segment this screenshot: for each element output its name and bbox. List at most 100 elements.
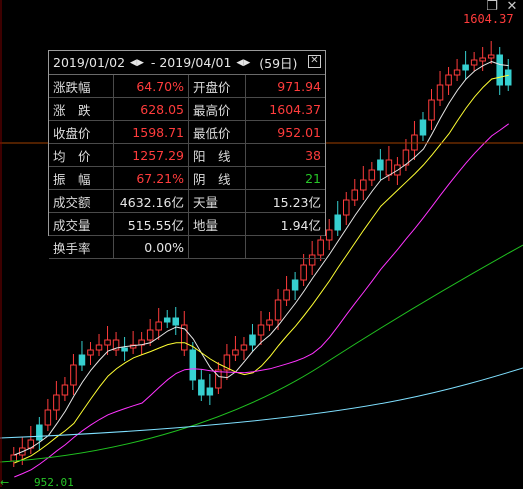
ma60-line — [0, 244, 523, 463]
start-date: 2019/01/02 — [53, 55, 126, 70]
candle-body — [334, 214, 341, 231]
candle-body — [240, 344, 248, 351]
candle-body — [419, 119, 427, 136]
stat-value: 21 — [245, 166, 325, 190]
candle-body — [104, 339, 111, 346]
candle-body — [146, 329, 154, 341]
stat-value: 64.70% — [113, 75, 189, 98]
candle-body — [342, 199, 350, 216]
candle-body — [155, 321, 162, 331]
stat-value: 952.01 — [245, 120, 325, 144]
candle-body — [61, 384, 69, 396]
stats-row: 涨 跌 628.05 最高价 1604.37 — [49, 97, 325, 121]
stat-label: 地量 — [188, 212, 246, 236]
candle-body — [360, 179, 367, 191]
range-stats-popup: 2019/01/02 ◀▶ - 2019/04/01 ◀▶ (59日) ✕ 涨跌… — [48, 50, 326, 259]
stat-value: 628.05 — [113, 97, 189, 121]
end-date: 2019/04/01 — [159, 55, 232, 70]
candle-body — [445, 74, 452, 86]
low-price-label: 952.01 — [34, 476, 74, 489]
candle-body — [462, 64, 469, 71]
stats-row: 成交量 515.55亿 地量 1.94亿 — [49, 212, 325, 236]
candle-body — [172, 317, 180, 326]
stat-label: 涨 跌 — [49, 97, 114, 121]
candle-body — [36, 424, 43, 441]
candle-body — [189, 349, 197, 381]
candle-body — [249, 334, 256, 346]
candle-body — [470, 59, 478, 66]
stat-value: 515.55亿 — [113, 212, 189, 236]
candle-body — [325, 229, 333, 241]
stat-value: 1257.29 — [113, 143, 189, 167]
stats-table: 涨跌幅 64.70% 开盘价 971.94 涨 跌 628.05 最高价 1604.37 收盘价… — [49, 75, 325, 259]
candle-body — [266, 319, 273, 326]
stat-label: 阴 线 — [188, 166, 246, 190]
close-icon[interactable]: ✕ — [308, 55, 321, 68]
candle-body — [215, 369, 222, 389]
high-price-label: 1604.37 — [463, 12, 514, 26]
candle-body — [44, 409, 52, 426]
candle-body — [300, 264, 307, 281]
stat-value: 1.94亿 — [245, 212, 325, 236]
stats-row: 均 价 1257.29 阳 线 38 — [49, 143, 325, 167]
stats-row: 成交额 4632.16亿 天量 15.23亿 — [49, 189, 325, 213]
candle-body — [53, 394, 60, 411]
candle-body — [377, 159, 384, 171]
candle-body — [198, 379, 205, 396]
stat-value: 971.94 — [245, 75, 325, 98]
candle-body — [95, 344, 103, 351]
candle-body — [368, 169, 376, 181]
stat-value — [245, 235, 325, 259]
candle-body — [351, 189, 359, 201]
stat-label: 最高价 — [188, 97, 246, 121]
stats-row: 收盘价 1598.71 最低价 952.01 — [49, 120, 325, 144]
stat-label: 天量 — [188, 189, 246, 213]
stats-row: 振 幅 67.21% 阴 线 21 — [49, 166, 325, 190]
stat-label: 涨跌幅 — [49, 75, 114, 98]
stat-label — [188, 235, 246, 259]
candle-body — [257, 324, 265, 336]
candle-body — [274, 299, 282, 321]
low-arrow-icon: ← — [0, 476, 10, 489]
stat-label: 开盘价 — [188, 75, 246, 98]
candle-body — [496, 54, 503, 86]
stat-value: 38 — [245, 143, 325, 167]
period-days: (59日) — [259, 56, 298, 71]
candle-body — [232, 349, 239, 356]
candle-body — [206, 387, 214, 396]
candle-body — [121, 347, 128, 352]
stat-label: 成交额 — [49, 189, 114, 213]
candle-body — [163, 317, 171, 323]
stat-label: 振 幅 — [49, 166, 114, 190]
stat-value: 1598.71 — [113, 120, 189, 144]
candle-body — [487, 54, 495, 59]
stat-label: 换手率 — [49, 235, 114, 259]
candle-body — [453, 69, 461, 76]
candle-body — [78, 354, 86, 366]
stats-header: 2019/01/02 ◀▶ - 2019/04/01 ◀▶ (59日) ✕ — [49, 51, 325, 75]
stat-value: 15.23亿 — [245, 189, 325, 213]
ma120-line — [0, 367, 523, 439]
candle-body — [436, 84, 444, 101]
stat-value: 0.00% — [113, 235, 189, 259]
stat-label: 收盘价 — [49, 120, 114, 144]
candle-body — [428, 99, 435, 121]
candle-body — [70, 364, 77, 386]
stat-label: 阳 线 — [188, 143, 246, 167]
end-date-stepper-icon[interactable]: ◀▶ — [236, 58, 250, 68]
candle-body — [385, 159, 393, 176]
candle-body — [283, 289, 290, 301]
stat-label: 成交量 — [49, 212, 114, 236]
candle-body — [87, 349, 94, 356]
stat-label: 均 价 — [49, 143, 114, 167]
stats-row: 换手率 0.00% — [49, 235, 325, 259]
start-date-stepper-icon[interactable]: ◀▶ — [130, 58, 144, 68]
stats-row: 涨跌幅 64.70% 开盘价 971.94 — [49, 75, 325, 98]
candle-body — [10, 454, 18, 462]
stat-value: 1604.37 — [245, 97, 325, 121]
stat-label: 最低价 — [188, 120, 246, 144]
candle-body — [479, 57, 486, 62]
stat-value: 67.21% — [113, 166, 189, 190]
stat-value: 4632.16亿 — [113, 189, 189, 213]
candle-body — [504, 69, 512, 86]
